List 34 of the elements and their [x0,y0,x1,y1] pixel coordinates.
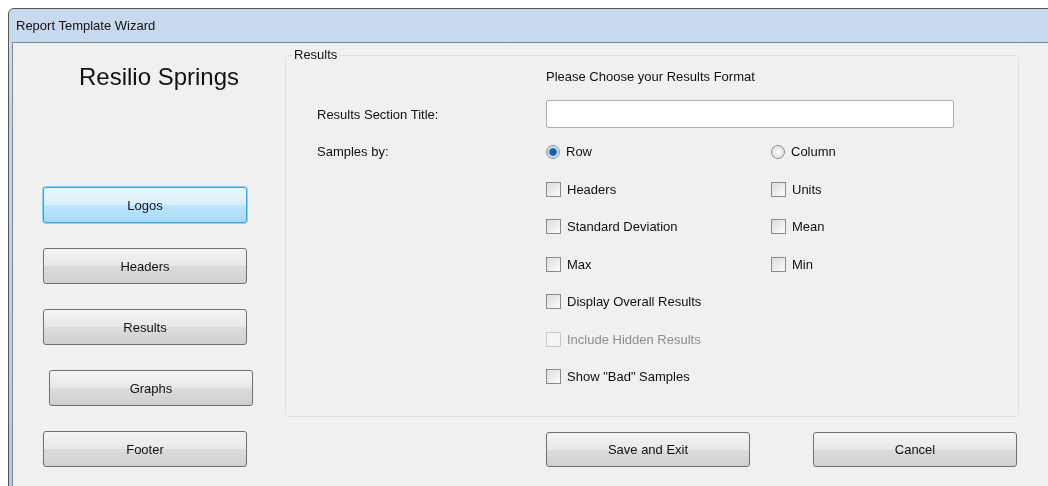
checkbox-option[interactable]: Display Overall Results [546,294,702,310]
checkbox-option[interactable]: Units [771,181,822,197]
checkbox-option[interactable]: Min [771,256,813,272]
checkbox[interactable] [771,181,786,197]
checkbox-option[interactable]: Headers [546,181,617,197]
checkbox[interactable] [546,369,561,385]
checkbox-option[interactable]: Mean [771,219,825,235]
checkbox[interactable] [771,256,786,272]
nav-button[interactable]: Headers [43,248,247,284]
checkbox[interactable] [546,219,561,235]
checkbox-option[interactable]: Standard Deviation [546,219,678,235]
nav-button[interactable]: Graphs [49,370,253,406]
section-title-field[interactable] [546,100,954,129]
radio-button[interactable] [546,144,560,159]
radio-option[interactable]: Row [546,144,592,160]
checkbox[interactable] [546,181,561,197]
checkbox-option[interactable]: Max [546,256,592,272]
nav-button[interactable]: Logos [43,187,247,223]
checkbox[interactable] [546,256,561,272]
dialog-button[interactable]: Cancel [813,432,1017,467]
prompt-text: Please Choose your Results Format [546,69,756,85]
radio-button[interactable] [771,144,785,159]
radio-option[interactable]: Column [771,144,836,160]
window-title: Report Template Wizard [16,18,156,33]
group-legend: Results [292,47,340,62]
field-label: Results Section Title: [317,106,440,122]
company-name: Resilio Springs [78,63,240,91]
field-label: Samples by: [317,144,390,160]
dialog-button[interactable]: Save and Exit [546,432,750,467]
checkbox-option[interactable]: Show "Bad" Samples [546,369,690,385]
checkbox[interactable] [771,219,786,235]
checkbox[interactable] [546,294,561,310]
nav-button[interactable]: Footer [43,431,247,467]
nav-button[interactable]: Results [43,309,247,345]
